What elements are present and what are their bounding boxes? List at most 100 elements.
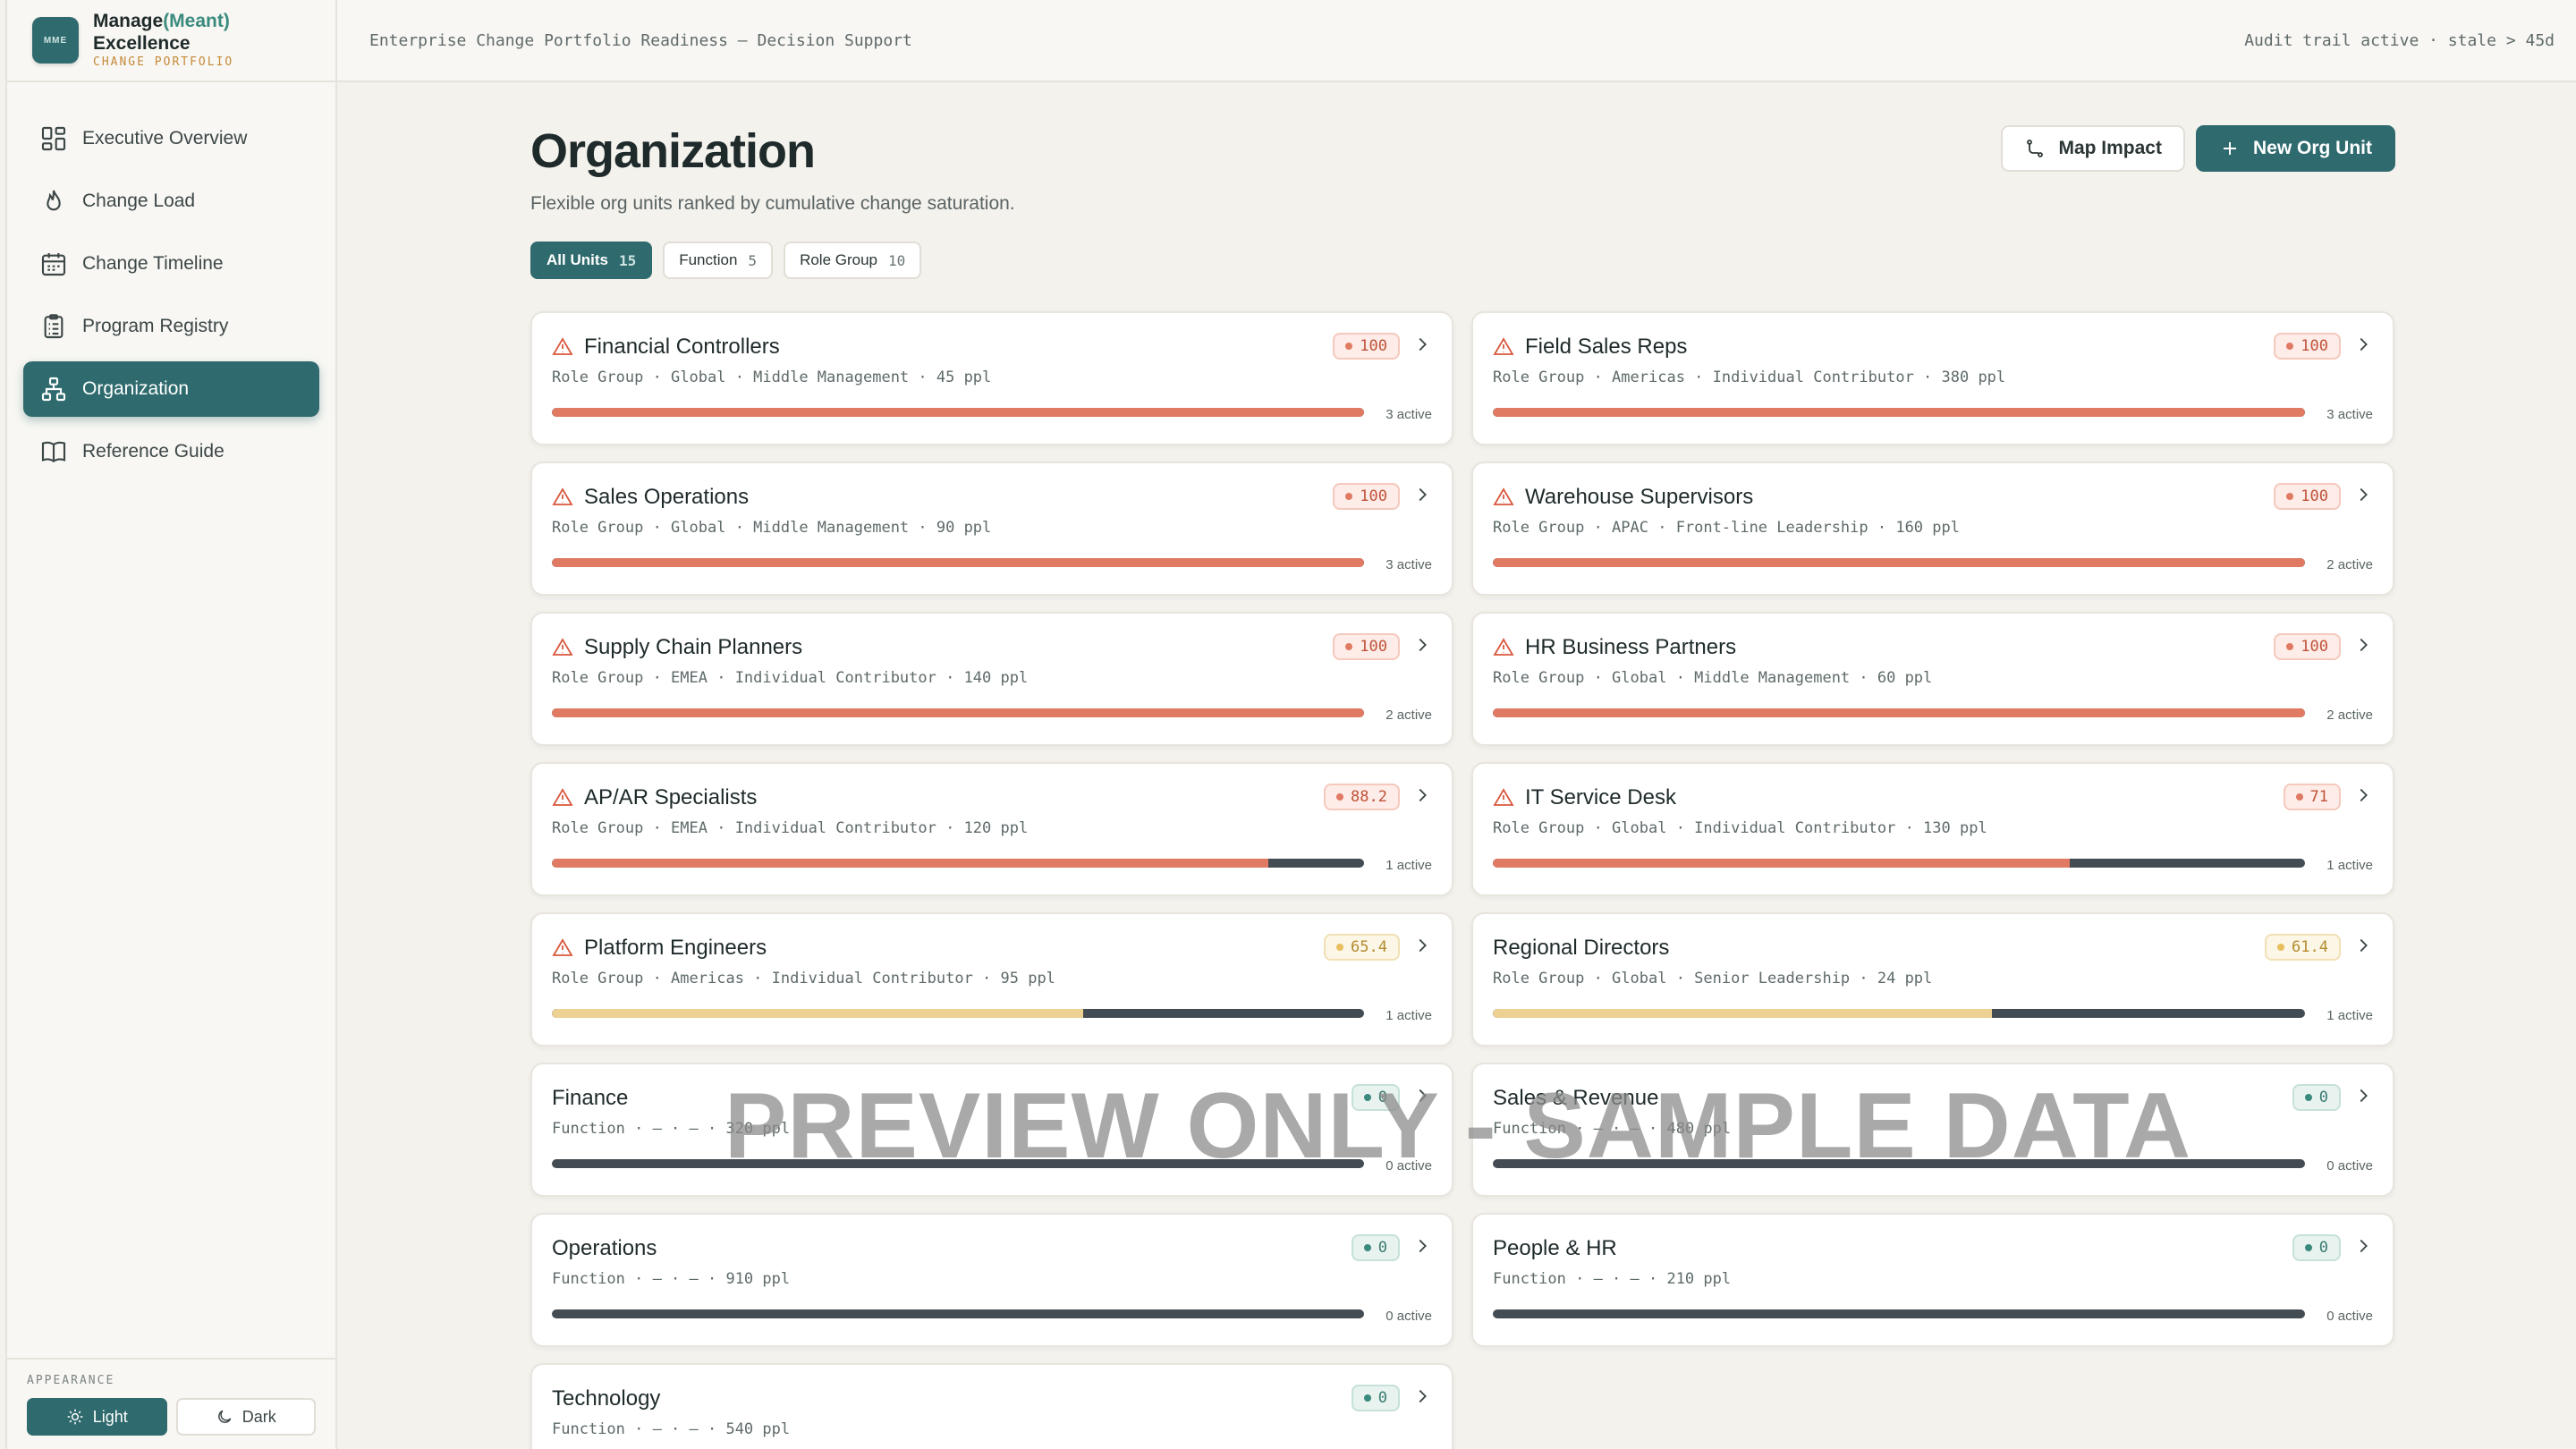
theme-light-button[interactable]: Light xyxy=(27,1398,167,1436)
saturation-bar xyxy=(552,1309,1364,1318)
sidebar-item-reference-guide[interactable]: Reference Guide xyxy=(23,424,319,479)
chevron-right-icon[interactable] xyxy=(2353,335,2373,354)
sidebar-item-label: Program Registry xyxy=(82,316,229,336)
org-unit-name: Warehouse Supervisors xyxy=(1525,485,1754,509)
topbar-title: Enterprise Change Portfolio Readiness — … xyxy=(369,30,912,50)
new-org-unit-button[interactable]: New Org Unit xyxy=(2195,125,2395,172)
saturation-score: 100 xyxy=(1360,487,1387,505)
status-dot xyxy=(2295,793,2303,801)
chevron-right-icon[interactable] xyxy=(1412,785,1432,805)
saturation-bar xyxy=(552,708,1364,717)
org-unit-card[interactable]: HR Business Partners Role Group · Global … xyxy=(1471,612,2394,746)
saturation-score: 65.4 xyxy=(1351,938,1387,956)
saturation-bar xyxy=(552,1009,1364,1018)
org-unit-card[interactable]: Warehouse Supervisors Role Group · APAC ·… xyxy=(1471,462,2394,596)
org-unit-meta: Role Group · EMEA · Individual Contribut… xyxy=(552,669,1029,687)
sidebar-item-label: Change Load xyxy=(82,191,196,211)
active-count: 2 active xyxy=(2326,557,2373,572)
status-dot xyxy=(1363,1244,1371,1251)
page-subtitle: Flexible org units ranked by cumulative … xyxy=(530,193,1015,214)
chevron-right-icon[interactable] xyxy=(1412,1086,1432,1106)
status-dot xyxy=(1336,944,1344,951)
sidebar-item-program-registry[interactable]: Program Registry xyxy=(23,299,319,354)
theme-dark-button[interactable]: Dark xyxy=(175,1398,316,1436)
org-unit-card[interactable]: TechnologyFunction · — · — · 540 ppl00 a… xyxy=(530,1363,1453,1449)
chevron-right-icon[interactable] xyxy=(1412,1236,1432,1256)
org-unit-meta: Role Group · Americas · Individual Contr… xyxy=(552,970,1055,987)
appearance-label: APPEARANCE xyxy=(27,1374,115,1387)
org-unit-title: Sales Operations xyxy=(552,485,1432,510)
org-unit-title: Operations xyxy=(552,1236,1432,1261)
org-unit-card[interactable]: Supply Chain Planners Role Group · EMEA ·… xyxy=(530,612,1453,746)
chevron-right-icon[interactable] xyxy=(2353,635,2373,655)
chevron-right-icon[interactable] xyxy=(2353,936,2373,955)
chevron-right-icon[interactable] xyxy=(1412,335,1432,354)
org-unit-card[interactable]: Field Sales Reps Role Group · Americas · … xyxy=(1471,311,2394,445)
org-unit-title: People & HR xyxy=(1493,1236,2373,1261)
saturation-score: 0 xyxy=(2318,1089,2328,1106)
org-unit-meta: Role Group · Americas · Individual Contr… xyxy=(1493,369,2006,386)
org-unit-card[interactable]: IT Service Desk Role Group · Global · Ind… xyxy=(1471,762,2394,896)
saturation-bar-fill xyxy=(552,558,1364,567)
saturation-bar xyxy=(552,1159,1364,1168)
chevron-right-icon[interactable] xyxy=(2353,485,2373,504)
map-impact-button[interactable]: Map Impact xyxy=(2001,125,2185,172)
org-unit-name: People & HR xyxy=(1493,1236,1617,1260)
saturation-bar-fill xyxy=(552,1009,1083,1018)
org-unit-card[interactable]: Financial Controllers Role Group · Global… xyxy=(530,311,1453,445)
sidebar-item-executive-overview[interactable]: Executive Overview xyxy=(23,111,319,166)
saturation-badge: 0 xyxy=(1351,1234,1400,1261)
org-unit-name: AP/AR Specialists xyxy=(584,785,758,809)
sidebar-item-change-load[interactable]: Change Load xyxy=(23,174,319,229)
active-count: 3 active xyxy=(1385,557,1432,572)
saturation-badge: 100 xyxy=(2274,333,2341,360)
org-unit-card[interactable]: Platform Engineers Role Group · Americas … xyxy=(530,912,1453,1046)
saturation-score: 0 xyxy=(1377,1089,1387,1106)
org-unit-title: Finance xyxy=(552,1086,1432,1111)
saturation-score: 100 xyxy=(2301,337,2328,355)
org-unit-meta: Role Group · EMEA · Individual Contribut… xyxy=(552,819,1029,837)
saturation-badge: 0 xyxy=(1351,1385,1400,1411)
org-unit-card[interactable]: Regional Directors Role Group · Global · … xyxy=(1471,912,2394,1046)
org-unit-card[interactable]: AP/AR Specialists Role Group · EMEA · Ind… xyxy=(530,762,1453,896)
warning-icon xyxy=(552,638,573,656)
status-dot xyxy=(1345,343,1353,350)
org-unit-card[interactable]: Finance Function · — · — · 320 ppl 0 0 acti… xyxy=(530,1063,1453,1197)
saturation-bar xyxy=(1493,708,2305,717)
filter-role-group[interactable]: Role Group 10 xyxy=(784,242,922,279)
sidebar-item-organization[interactable]: Organization xyxy=(23,361,319,417)
org-unit-card[interactable]: Operations Function · — · — · 910 ppl 0 0 a… xyxy=(530,1213,1453,1347)
chevron-right-icon[interactable] xyxy=(2353,785,2373,805)
org-unit-name: Sales Operations xyxy=(584,485,750,509)
chevron-right-icon[interactable] xyxy=(2353,1236,2373,1256)
filter-function[interactable]: Function 5 xyxy=(663,242,774,279)
org-unit-meta: Role Group · APAC · Front-line Leadershi… xyxy=(1493,519,1960,537)
org-unit-meta: Function · — · — · 480 ppl xyxy=(1493,1120,1732,1138)
filter-all-units[interactable]: All Units 15 xyxy=(530,242,653,279)
org-unit-card[interactable]: People & HR Function · — · — · 210 ppl 0 0 … xyxy=(1471,1213,2394,1347)
brand[interactable]: MME Manage(Meant) Excellence CHANGE PORT… xyxy=(7,0,335,82)
saturation-score: 0 xyxy=(1377,1239,1387,1257)
clipboard-icon xyxy=(44,314,64,339)
warning-icon xyxy=(1493,487,1514,505)
saturation-badge: 100 xyxy=(2274,483,2341,510)
chevron-right-icon[interactable] xyxy=(2353,1086,2373,1106)
org-unit-name: HR Business Partners xyxy=(1525,635,1737,659)
saturation-bar-fill xyxy=(552,859,1268,868)
org-unit-name: Regional Directors xyxy=(1493,936,1670,960)
status-dot xyxy=(1363,1394,1371,1402)
org-unit-card[interactable]: Sales & Revenue Function · — · — · 480 pp… xyxy=(1471,1063,2394,1197)
top-bar: Enterprise Change Portfolio Readiness — … xyxy=(337,0,2576,82)
chevron-right-icon[interactable] xyxy=(1412,635,1432,655)
theme-dark-label: Dark xyxy=(242,1407,276,1426)
chevron-right-icon[interactable] xyxy=(1412,936,1432,955)
saturation-score: 100 xyxy=(1360,337,1387,355)
org-unit-meta: Function · — · — · 910 ppl xyxy=(552,1270,791,1288)
saturation-score: 100 xyxy=(2301,487,2328,505)
org-unit-meta: Role Group · Global · Senior Leadership … xyxy=(1493,970,1933,987)
chevron-right-icon[interactable] xyxy=(1412,1386,1432,1406)
org-unit-card[interactable]: Sales Operations Role Group · Global · Mi… xyxy=(530,462,1453,596)
sidebar-item-change-timeline[interactable]: Change Timeline xyxy=(23,236,319,292)
chevron-right-icon[interactable] xyxy=(1412,485,1432,504)
header-actions: Map Impact New Org Unit xyxy=(2001,125,2395,172)
